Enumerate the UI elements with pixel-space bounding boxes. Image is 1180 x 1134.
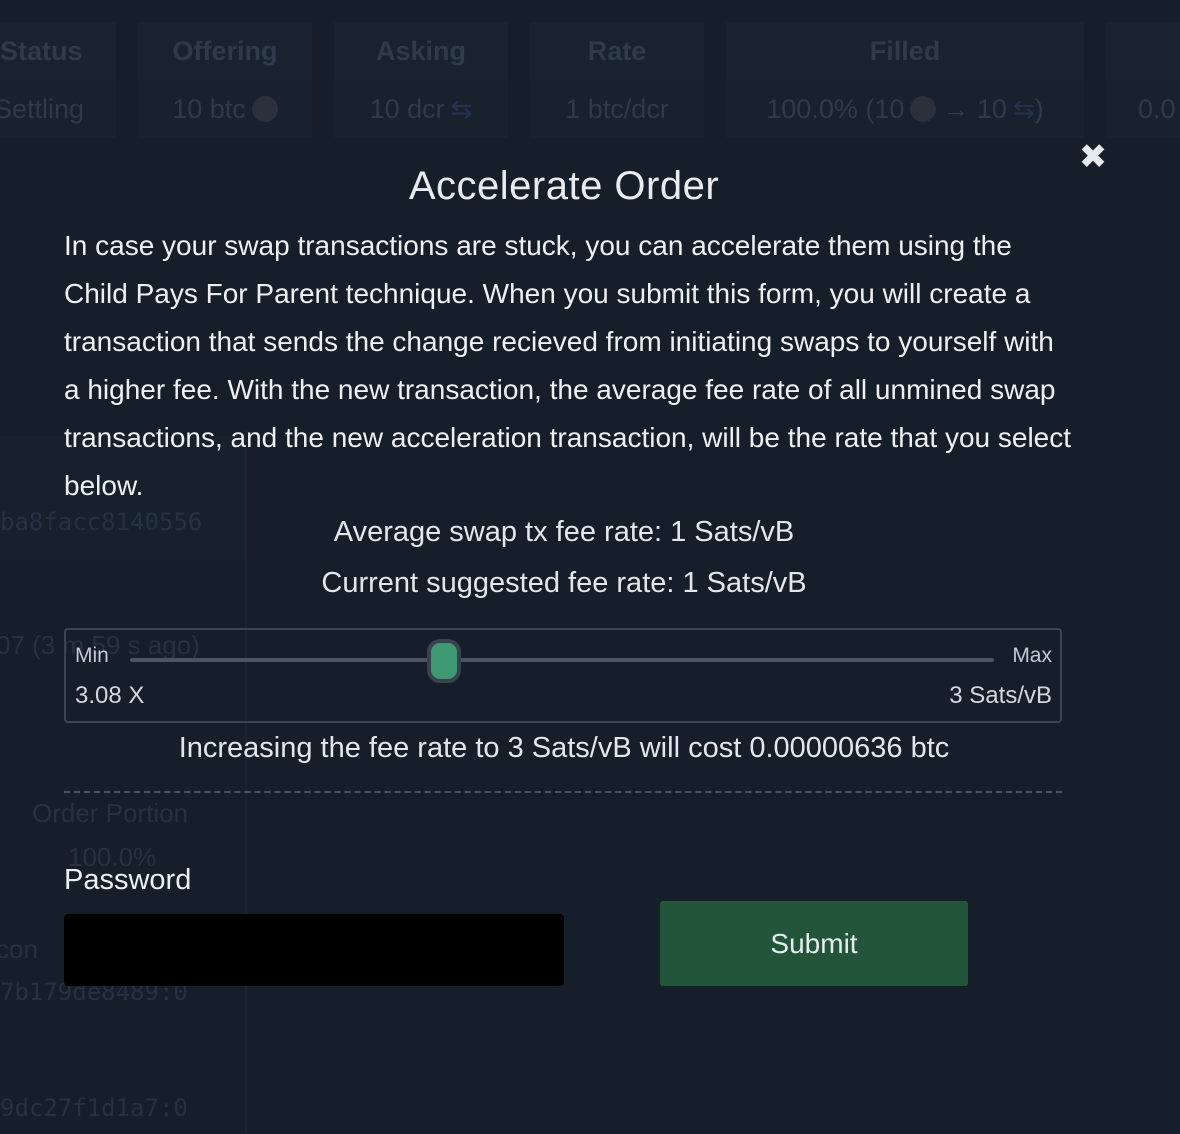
col-header-rate: Rate — [530, 22, 704, 80]
section-divider — [64, 791, 1062, 793]
password-input[interactable] — [64, 914, 564, 986]
cell-asking: 10 dcr ⇆ — [334, 80, 508, 138]
coin-fragment: con — [0, 934, 38, 964]
modal-description: In case your swap transactions are stuck… — [64, 230, 1072, 501]
fee-rate-slider-box: Min Max 3.08 X 3 Sats/vB — [64, 628, 1062, 723]
col-header-filled: Filled — [726, 22, 1084, 80]
suggested-fee-rate: Current suggested fee rate: 1 Sats/vB — [321, 567, 807, 599]
slider-max-label: Max — [1012, 644, 1052, 667]
cell-offering: 10 btc — [138, 80, 312, 138]
col-header-status: Status — [0, 22, 116, 80]
cell-status: Settling — [0, 80, 116, 138]
fee-rate-slider-handle[interactable] — [426, 639, 461, 683]
cell-extra: 0.0 — [1106, 80, 1180, 138]
btc-coin-icon — [251, 96, 278, 122]
cell-rate: 1 btc/dcr — [530, 80, 704, 138]
btc-coin-icon — [910, 96, 937, 122]
cell-rate-text: 1 btc/dcr — [565, 93, 669, 124]
app-stage: Status Offering Asking Rate Filled Settl… — [0, 0, 1180, 1134]
order-portion-label: Order Portion — [32, 798, 189, 828]
cell-filled-suffix: ) — [1034, 93, 1044, 124]
submit-button[interactable]: Submit — [660, 901, 968, 986]
password-label: Password — [64, 864, 192, 896]
average-fee-rate: Average swap tx fee rate: 1 Sats/vB — [333, 516, 795, 548]
dcr-coin-icon: ⇆ — [1012, 93, 1035, 124]
slider-multiplier: 3.08 X — [75, 682, 145, 709]
modal-title: Accelerate Order — [408, 164, 720, 208]
cell-status-text: Settling — [0, 93, 85, 124]
col-header-offering: Offering — [138, 22, 312, 80]
acceleration-cost: Increasing the fee rate to 3 Sats/vB wil… — [178, 732, 950, 764]
cell-asking-text: 10 dcr — [369, 93, 445, 124]
col-header-asking: Asking — [334, 22, 508, 80]
cell-filled-prefix: 100.0% (10 — [766, 93, 905, 124]
col-header-extra — [1106, 22, 1180, 80]
cell-filled: 100.0% (10 → 10 ⇆ ) — [726, 80, 1084, 138]
hash-fragment: 9dc27f1d1a7:0 — [0, 1094, 188, 1122]
cell-filled-mid: → 10 — [942, 93, 1007, 124]
cell-offering-text: 10 btc — [172, 93, 246, 124]
slider-min-label: Min — [75, 644, 109, 667]
fee-rate-slider-track[interactable] — [130, 639, 994, 683]
dcr-coin-icon: ⇆ — [450, 93, 473, 124]
slider-value: 3 Sats/vB — [949, 682, 1052, 709]
cell-extra-text: 0.0 — [1138, 93, 1176, 124]
